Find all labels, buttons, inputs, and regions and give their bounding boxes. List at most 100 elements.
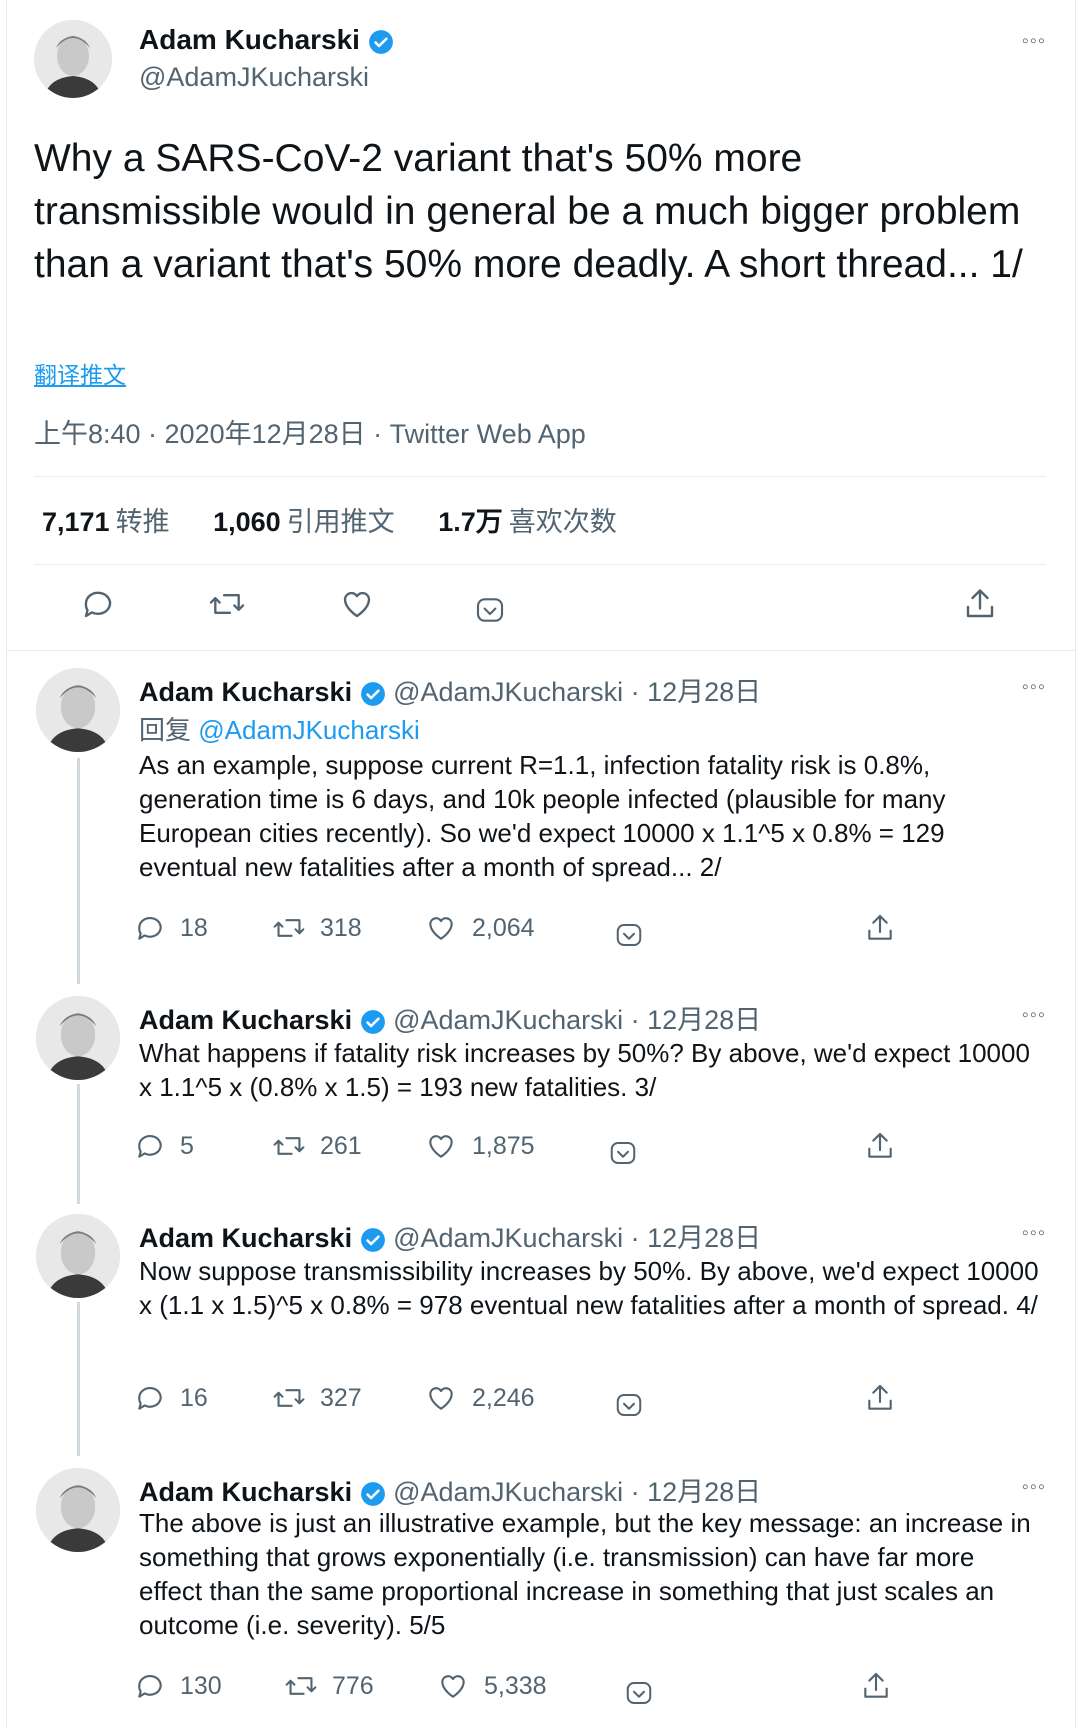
quote-count[interactable]: 1,060 引用推文 — [213, 507, 395, 537]
retweet-button[interactable]: 776 — [284, 1670, 374, 1702]
retweet-count: 261 — [320, 1131, 362, 1160]
more-icon[interactable]: ◦◦◦ — [1022, 1476, 1046, 1499]
like-count: 2,246 — [472, 1383, 535, 1412]
divider — [6, 650, 1076, 651]
reply-count: 130 — [180, 1671, 222, 1700]
translate-link[interactable]: 翻译推文 — [34, 356, 126, 390]
handle-and-date[interactable]: @AdamJKucharski · 12月28日 — [393, 677, 761, 707]
divider — [34, 564, 1046, 565]
replying-to-label: 回复 — [139, 715, 192, 745]
like-button[interactable]: 2,246 — [424, 1382, 535, 1414]
verified-badge-icon — [360, 681, 385, 706]
more-icon[interactable]: ◦◦◦ — [1022, 1222, 1046, 1245]
retweet-button[interactable]: 327 — [272, 1382, 362, 1414]
reply-count: 5 — [180, 1131, 194, 1160]
reply-icon — [138, 1675, 162, 1698]
share-button[interactable] — [860, 1670, 892, 1702]
share-button[interactable] — [864, 1382, 896, 1414]
reply-text: Now suppose transmissibility increases b… — [139, 1256, 1039, 1320]
handle-and-date[interactable]: @AdamJKucharski · 12月28日 — [393, 1005, 761, 1035]
retweet-count: 318 — [320, 913, 362, 942]
bookmark-icon — [616, 1394, 642, 1416]
reply-button[interactable]: 130 — [134, 1670, 222, 1702]
verified-badge-icon — [360, 1009, 385, 1034]
like-button[interactable] — [338, 586, 376, 622]
retweet-icon — [273, 919, 305, 937]
share-icon — [868, 1384, 892, 1410]
avatar[interactable] — [36, 1214, 120, 1298]
share-icon — [868, 914, 892, 940]
like-icon — [429, 1387, 453, 1410]
reply-count: 16 — [180, 1383, 208, 1412]
bookmark-button[interactable] — [608, 1138, 638, 1168]
author-name[interactable]: Adam Kucharski — [139, 24, 394, 56]
more-icon[interactable]: ◦◦◦ — [1022, 30, 1046, 53]
thread-line — [77, 758, 80, 984]
bookmark-icon — [476, 598, 504, 622]
retweet-button[interactable]: 261 — [272, 1130, 362, 1162]
reply-text: As an example, suppose current R=1.1, in… — [139, 750, 946, 882]
reply-count: 18 — [180, 913, 208, 942]
avatar[interactable] — [34, 20, 112, 98]
reply-icon — [84, 591, 112, 618]
bookmark-button[interactable] — [614, 920, 644, 950]
retweet-count[interactable]: 7,171 转推 — [42, 507, 170, 537]
thread-line — [77, 1084, 80, 1204]
reply-text: What happens if fatality risk increases … — [139, 1038, 1030, 1102]
bookmark-icon — [610, 1142, 636, 1164]
reply-button[interactable]: 18 — [134, 912, 208, 944]
retweet-count: 327 — [320, 1383, 362, 1412]
retweet-icon — [273, 1389, 305, 1407]
share-icon — [966, 589, 994, 618]
share-button[interactable] — [962, 586, 998, 622]
retweet-button[interactable] — [208, 586, 246, 622]
reply-icon — [138, 1387, 162, 1410]
avatar[interactable] — [36, 668, 120, 752]
reply-button[interactable]: 5 — [134, 1130, 194, 1162]
more-icon[interactable]: ◦◦◦ — [1022, 676, 1046, 699]
like-icon — [429, 1135, 453, 1158]
reply-header: Adam Kucharski @AdamJKucharski · 12月28日 — [139, 1216, 761, 1255]
more-icon[interactable]: ◦◦◦ — [1022, 1004, 1046, 1027]
author-handle[interactable]: @AdamJKucharski — [139, 62, 369, 93]
author-name[interactable]: Adam Kucharski — [139, 677, 352, 707]
retweet-button[interactable]: 318 — [272, 912, 362, 944]
verified-badge-icon — [360, 1481, 385, 1506]
bookmark-button[interactable] — [474, 594, 506, 626]
replying-to-handle[interactable]: @AdamJKucharski — [198, 715, 419, 745]
share-button[interactable] — [864, 1130, 896, 1162]
like-button[interactable]: 2,064 — [424, 912, 535, 944]
bookmark-button[interactable] — [614, 1390, 644, 1420]
reply-header: Adam Kucharski @AdamJKucharski · 12月28日 — [139, 670, 761, 709]
like-icon — [429, 917, 453, 940]
reply-button[interactable]: 16 — [134, 1382, 208, 1414]
author-name[interactable]: Adam Kucharski — [139, 1477, 352, 1507]
like-count: 2,064 — [472, 913, 535, 942]
reply-icon — [138, 1135, 162, 1158]
verified-badge-icon — [360, 1227, 385, 1252]
tweet-meta: 上午8:40 · 2020年12月28日 · Twitter Web App — [34, 419, 586, 449]
avatar[interactable] — [36, 996, 120, 1080]
author-name-text[interactable]: Adam Kucharski — [139, 24, 360, 55]
reply-header: Adam Kucharski @AdamJKucharski · 12月28日 — [139, 1470, 761, 1509]
avatar[interactable] — [36, 1468, 120, 1552]
like-icon — [441, 1675, 465, 1698]
author-name[interactable]: Adam Kucharski — [139, 1223, 352, 1253]
like-button[interactable]: 5,338 — [436, 1670, 547, 1702]
like-count[interactable]: 1.7万 喜欢次数 — [438, 507, 617, 537]
share-button[interactable] — [864, 912, 896, 944]
handle-and-date[interactable]: @AdamJKucharski · 12月28日 — [393, 1223, 761, 1253]
like-count: 1,875 — [472, 1131, 535, 1160]
handle-and-date[interactable]: @AdamJKucharski · 12月28日 — [393, 1477, 761, 1507]
retweet-icon — [285, 1677, 317, 1695]
author-name[interactable]: Adam Kucharski — [139, 1005, 352, 1035]
retweet-icon — [209, 594, 245, 614]
bookmark-button[interactable] — [624, 1678, 654, 1708]
reply-button[interactable] — [80, 586, 116, 622]
tweet-text: Why a SARS-CoV-2 variant that's 50% more… — [34, 137, 1023, 286]
verified-badge-icon — [368, 29, 393, 54]
like-button[interactable]: 1,875 — [424, 1130, 535, 1162]
bookmark-icon — [616, 924, 642, 946]
replying-to: 回复 @AdamJKucharski — [139, 710, 420, 747]
reply-text: The above is just an illustrative exampl… — [139, 1508, 1031, 1640]
